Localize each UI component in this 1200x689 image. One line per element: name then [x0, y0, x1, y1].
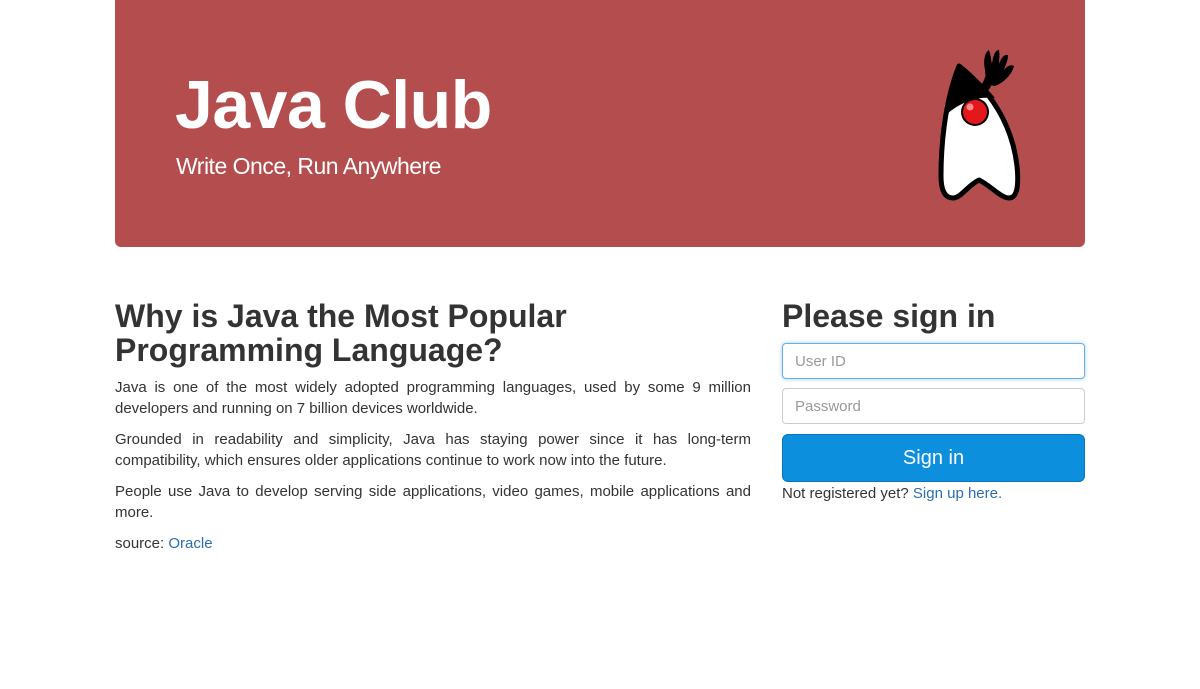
site-title: Java Club — [175, 67, 492, 143]
duke-java-mascot-icon — [938, 50, 1021, 201]
article-heading: Why is Java the Most Popular Programming… — [115, 298, 567, 368]
article-section: Why is Java the Most Popular Programming… — [115, 299, 751, 564]
register-prompt-line: Not registered yet? Sign up here. — [782, 484, 1085, 504]
oracle-source-link[interactable]: Oracle — [168, 535, 212, 552]
signin-heading: Please sign in — [782, 298, 996, 334]
article-paragraph: Java is one of the most widely adopted p… — [115, 379, 751, 417]
jumbotron-banner: Java Club Write Once, Run Anywhere — [115, 0, 1085, 247]
article-paragraph: People use Java to develop serving side … — [115, 483, 751, 521]
page-container: Java Club Write Once, Run Anywhere Why i… — [115, 0, 1085, 552]
signin-button[interactable]: Sign in — [782, 434, 1085, 482]
article-paragraph: Grounded in readability and simplicity, … — [115, 431, 751, 469]
source-label: source: — [115, 535, 165, 552]
article-source: source: Oracle — [115, 533, 751, 554]
signin-form: Please sign in Sign in Not registered ye… — [782, 299, 1085, 504]
signup-link[interactable]: Sign up here. — [913, 485, 1002, 502]
register-prompt: Not registered yet? — [782, 485, 909, 502]
site-tagline: Write Once, Run Anywhere — [176, 153, 441, 179]
user-id-input[interactable] — [782, 343, 1085, 379]
password-input[interactable] — [782, 388, 1085, 424]
